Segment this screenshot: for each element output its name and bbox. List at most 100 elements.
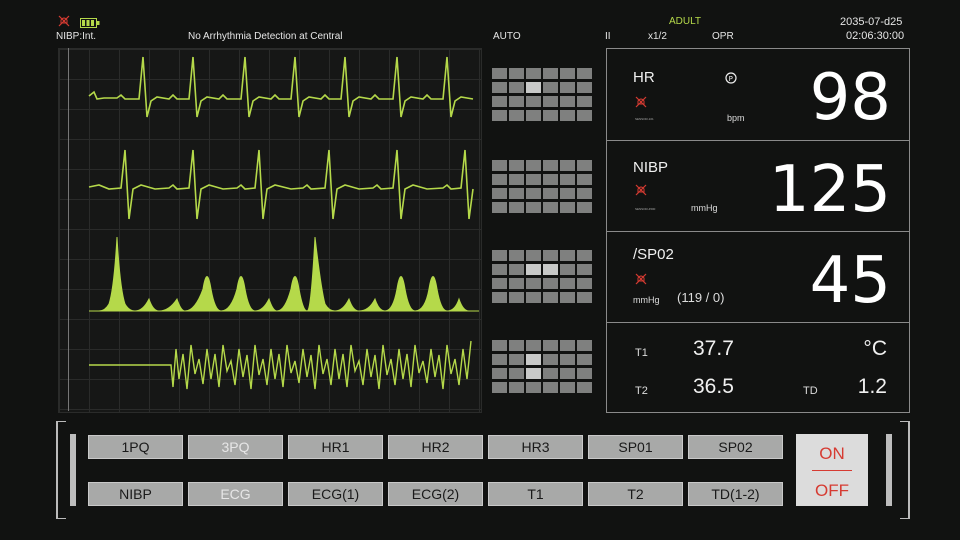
pattern-grid-4: [492, 340, 594, 400]
arrhythmia-status: No Arrhythmia Detection at Central: [188, 31, 343, 42]
grid-cell: [526, 382, 541, 393]
grid-cell: [509, 354, 524, 365]
button-sp02[interactable]: SP02: [688, 435, 783, 459]
nibp-alarm-muted-icon[interactable]: [635, 183, 647, 196]
grid-cell: [509, 68, 524, 79]
grid-cell: [509, 382, 524, 393]
grid-cell: [560, 250, 575, 261]
grid-cell: [492, 188, 507, 199]
grid-cell: [509, 110, 524, 121]
grid-cell: [560, 96, 575, 107]
waveform-panel: [58, 48, 482, 413]
grid-cell: [577, 96, 592, 107]
left-scroll-handle[interactable]: [70, 434, 76, 506]
spo2-unit: mmHg: [633, 295, 660, 305]
grid-cell: [509, 160, 524, 171]
button-sp01[interactable]: SP01: [588, 435, 683, 459]
ecg-trace-1: [88, 56, 474, 118]
grid-cell: [492, 382, 507, 393]
hr-box[interactable]: HR P SENSOR-101 bpm 98: [607, 49, 909, 137]
spo2-alarm-muted-icon[interactable]: [635, 272, 647, 285]
on-off-toggle[interactable]: ON OFF: [796, 434, 868, 506]
auto-mode[interactable]: AUTO: [493, 31, 521, 42]
button-hr1[interactable]: HR1: [288, 435, 383, 459]
grid-cell: [577, 174, 592, 185]
button-t1[interactable]: T1: [488, 482, 583, 506]
td-value: 1.2: [857, 375, 887, 398]
grid-cell: [543, 96, 558, 107]
nibp-box[interactable]: NIBP SENSOR-4500 mmHg 125: [607, 140, 909, 232]
scale-label[interactable]: x1/2: [648, 31, 667, 42]
nibp-mode: NIBP:Int.: [56, 31, 97, 42]
grid-cell: [543, 368, 558, 379]
grid-cell: [577, 382, 592, 393]
date: 2035-07-d25: [840, 16, 903, 28]
grid-cell: [526, 368, 541, 379]
waveform-traces: [88, 56, 479, 390]
grid-cell: [526, 354, 541, 365]
nibp-value: 125: [768, 153, 891, 227]
grid-cell: [492, 292, 507, 303]
grid-cell: [509, 278, 524, 289]
grid-cell: [543, 292, 558, 303]
spo2-box[interactable]: /SP02 mmHg (119 / 0) 45: [607, 231, 909, 323]
pattern-grid-3: [492, 250, 594, 310]
t2-value: 36.5: [693, 375, 734, 398]
grid-cell: [560, 292, 575, 303]
grid-cell: [526, 278, 541, 289]
grid-cell: [543, 82, 558, 93]
grid-cell: [492, 340, 507, 351]
grid-cell: [560, 354, 575, 365]
grid-cell: [560, 82, 575, 93]
grid-cell: [492, 68, 507, 79]
grid-cell: [509, 82, 524, 93]
grid-cell: [577, 292, 592, 303]
grid-cell: [560, 202, 575, 213]
grid-cell: [526, 264, 541, 275]
right-scroll-handle[interactable]: [886, 434, 892, 506]
t2-label: T2: [635, 385, 648, 397]
grid-cell: [577, 110, 592, 121]
button-hr2[interactable]: HR2: [388, 435, 483, 459]
button-nibp[interactable]: NIBP: [88, 482, 183, 506]
grid-cell: [543, 382, 558, 393]
t1-label: T1: [635, 347, 648, 359]
button-ecg[interactable]: ECG: [188, 482, 283, 506]
grid-cell: [526, 68, 541, 79]
grid-cell: [526, 292, 541, 303]
nibp-unit: mmHg: [691, 203, 718, 213]
temp-unit: °C: [863, 337, 887, 360]
temp-box[interactable]: T1 37.7 °C T2 36.5 TD 1.2: [607, 322, 909, 413]
button-ecg-2[interactable]: ECG(2): [388, 482, 483, 506]
pacer-icon: P: [725, 71, 737, 84]
button-3pq[interactable]: 3PQ: [188, 435, 283, 459]
hr-alarm-muted-icon[interactable]: [635, 95, 647, 108]
opr-label[interactable]: OPR: [712, 31, 734, 42]
spo2-sub: (119 / 0): [677, 290, 725, 305]
button-td-1-2[interactable]: TD(1-2): [688, 482, 783, 506]
grid-cell: [526, 188, 541, 199]
grid-cell: [543, 160, 558, 171]
grid-cell: [526, 160, 541, 171]
grid-cell: [543, 174, 558, 185]
grid-cell: [526, 250, 541, 261]
lead-label[interactable]: II: [605, 31, 611, 42]
pattern-grid-1: [492, 68, 594, 128]
button-1pq[interactable]: 1PQ: [88, 435, 183, 459]
grid-cell: [509, 202, 524, 213]
pattern-grid-2: [492, 160, 594, 220]
button-hr3[interactable]: HR3: [488, 435, 583, 459]
grid-cell: [560, 110, 575, 121]
grid-cell: [492, 82, 507, 93]
button-ecg-1[interactable]: ECG(1): [288, 482, 383, 506]
button-t2[interactable]: T2: [588, 482, 683, 506]
grid-cell: [492, 264, 507, 275]
grid-cell: [526, 96, 541, 107]
grid-cell: [543, 278, 558, 289]
on-off-divider: [812, 470, 852, 471]
grid-cell: [543, 188, 558, 199]
grid-cell: [577, 160, 592, 171]
grid-cell: [509, 174, 524, 185]
grid-cell: [577, 340, 592, 351]
grid-cell: [492, 278, 507, 289]
